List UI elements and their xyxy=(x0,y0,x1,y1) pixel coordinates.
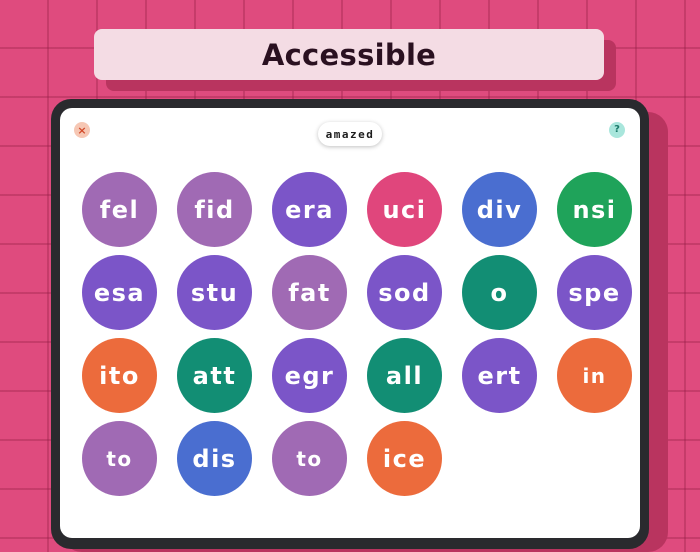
syllable-bubble[interactable]: all xyxy=(367,338,442,413)
syllable-bubble[interactable]: o xyxy=(462,255,537,330)
target-word-pill[interactable]: amazed xyxy=(318,122,382,146)
syllable-bubble[interactable]: stu xyxy=(177,255,252,330)
syllable-bubble[interactable]: sod xyxy=(367,255,442,330)
syllable-bubble[interactable]: fat xyxy=(272,255,347,330)
syllable-bubble[interactable]: ert xyxy=(462,338,537,413)
syllable-bubble[interactable]: egr xyxy=(272,338,347,413)
syllable-grid: fel fid era uci div nsi esa stu fat sod … xyxy=(82,172,632,496)
syllable-bubble[interactable]: era xyxy=(272,172,347,247)
game-screen: × amazed ? fel fid era uci div nsi esa s… xyxy=(60,108,640,538)
syllable-bubble[interactable]: div xyxy=(462,172,537,247)
syllable-bubble[interactable]: to xyxy=(272,421,347,496)
syllable-bubble[interactable]: uci xyxy=(367,172,442,247)
syllable-bubble[interactable]: fid xyxy=(177,172,252,247)
syllable-bubble[interactable]: att xyxy=(177,338,252,413)
syllable-bubble[interactable]: nsi xyxy=(557,172,632,247)
banner-title: Accessible xyxy=(261,37,437,72)
banner: Accessible xyxy=(94,29,604,80)
syllable-bubble[interactable]: fel xyxy=(82,172,157,247)
syllable-bubble[interactable]: ice xyxy=(367,421,442,496)
help-icon[interactable]: ? xyxy=(609,122,625,138)
target-word: amazed xyxy=(325,127,375,141)
syllable-bubble[interactable]: spe xyxy=(557,255,632,330)
syllable-bubble[interactable]: to xyxy=(82,421,157,496)
syllable-bubble[interactable]: esa xyxy=(82,255,157,330)
syllable-bubble[interactable]: in xyxy=(557,338,632,413)
syllable-bubble[interactable]: ito xyxy=(82,338,157,413)
close-icon[interactable]: × xyxy=(74,122,90,138)
syllable-bubble[interactable]: dis xyxy=(177,421,252,496)
